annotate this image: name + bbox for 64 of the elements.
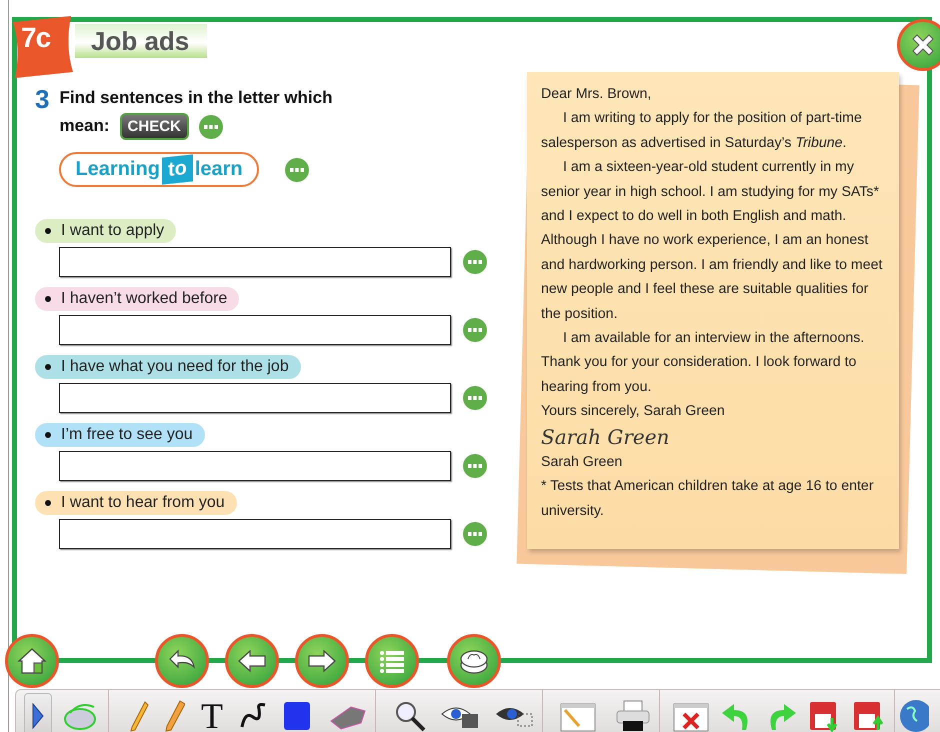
logo-word: to <box>162 154 193 185</box>
search-button[interactable] <box>394 700 426 732</box>
lesson-title: Job ads <box>75 24 207 58</box>
answer-field[interactable] <box>59 451 451 482</box>
answer-field[interactable] <box>59 315 451 346</box>
signature: Sarah Green <box>541 424 670 450</box>
globe-icon <box>899 699 929 732</box>
load-button[interactable] <box>852 700 886 732</box>
letter-paragraph: I am writing to apply for the position of part-time salesperson as advertised in Saturday’s Tribune. <box>541 109 863 153</box>
logo-word: Learning <box>75 158 160 182</box>
more-icon[interactable] <box>284 158 309 182</box>
previous-button[interactable] <box>225 634 279 688</box>
disc-button[interactable] <box>447 634 501 688</box>
bullet-icon <box>45 432 51 438</box>
load-icon <box>852 700 886 732</box>
bullet-icon <box>45 228 51 234</box>
back-button[interactable] <box>155 634 209 688</box>
prompt-text: I’m free to see you <box>61 426 193 444</box>
letter-paragraph: * Tests that American children take at age 16 to enter university. <box>541 477 875 520</box>
shape-icon <box>283 701 311 731</box>
exercise-instruction: mean: <box>59 116 110 135</box>
menu-button[interactable] <box>365 634 419 688</box>
globe-button[interactable] <box>899 699 929 732</box>
prompt-text: I have what you need for the job <box>61 358 289 376</box>
answer-field[interactable] <box>59 519 451 550</box>
printer-button[interactable] <box>615 699 651 732</box>
more-icon[interactable] <box>198 114 223 139</box>
prompt-text: I want to apply <box>61 222 164 240</box>
exercise-number: 3 <box>35 84 50 116</box>
letter-paragraph: Dear Mrs. Brown, <box>541 85 652 104</box>
exercise-instruction: Find sentences in the letter which <box>59 88 332 107</box>
pencil-icon <box>129 700 149 732</box>
letter-paragraph: Sarah Green <box>541 452 624 472</box>
bullet-icon <box>45 364 51 370</box>
lesson-number: 7c <box>21 22 50 54</box>
answer-field[interactable] <box>59 247 451 278</box>
pen-button[interactable] <box>165 700 185 732</box>
check-button[interactable]: CHECK <box>120 113 189 140</box>
prompt-text: I haven’t worked before <box>61 290 228 308</box>
home-button[interactable] <box>5 634 59 688</box>
more-icon[interactable] <box>463 454 487 478</box>
close-button[interactable] <box>897 19 940 71</box>
more-icon[interactable] <box>463 250 487 274</box>
prompt-text: I want to hear from you <box>61 494 225 512</box>
bullet-icon <box>45 500 51 506</box>
text-tool-button[interactable]: T <box>201 698 223 732</box>
next-button[interactable] <box>295 634 349 688</box>
bullet-icon <box>45 296 51 302</box>
logo-word: learn <box>194 158 243 182</box>
badge-background <box>11 16 75 80</box>
pencil-button[interactable] <box>129 700 149 732</box>
more-icon[interactable] <box>463 522 487 546</box>
shape-button[interactable] <box>283 701 311 731</box>
printer-icon <box>615 699 651 732</box>
answer-field[interactable] <box>59 383 451 414</box>
more-icon[interactable] <box>463 318 487 342</box>
search-icon <box>394 700 426 732</box>
triangle-icon <box>32 703 44 729</box>
pen-icon <box>165 700 185 732</box>
letter-paragraph: Yours sincerely, Sarah Green <box>541 402 726 422</box>
more-icon[interactable] <box>463 386 487 410</box>
letter-paragraph: I am a sixteen-year-old student currently in my senior year in high school. I am studying for my SATs* and I expect to do well in both English and math. Although I have no work experience, I am an honest and hardworking person. I am friendly and like to meet new people and I feel these are suitable qualities for the position. <box>541 158 884 324</box>
letter-paragraph: I am available for an interview in the afternoons. Thank you for your consideration. I look forward to hearing from you. <box>541 329 866 397</box>
toolbar-toggle[interactable] <box>24 693 52 732</box>
